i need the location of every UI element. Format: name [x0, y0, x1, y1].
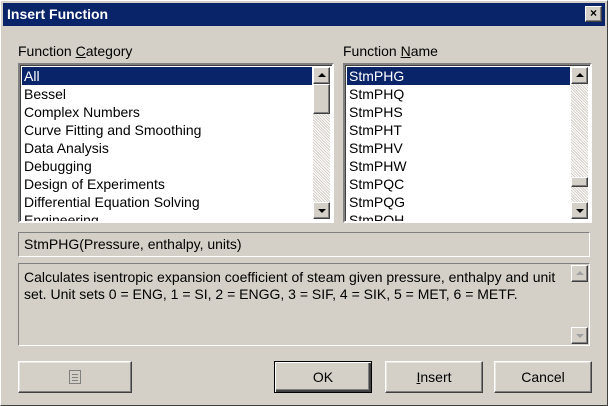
function-category-label: Function Category — [18, 43, 133, 59]
insert-function-dialog: Insert Function × Function Category Func… — [0, 0, 608, 406]
category-list-item[interactable]: Engineering — [22, 211, 312, 221]
category-list-item[interactable]: All — [22, 67, 312, 85]
description-box: Calculates isentropic expansion coeffici… — [18, 263, 590, 346]
description-scrollbar — [571, 265, 588, 344]
help-button[interactable] — [18, 361, 132, 393]
chevron-down-icon — [576, 209, 584, 213]
function-list-item[interactable]: StmPQC — [347, 175, 570, 193]
category-list-item[interactable]: Complex Numbers — [22, 103, 312, 121]
chevron-down-icon — [576, 334, 584, 338]
close-icon[interactable]: × — [585, 6, 602, 22]
chevron-up-icon — [318, 73, 326, 77]
function-name-list[interactable]: StmPHG StmPHQ StmPHS StmPHT StmPHV StmPHW StmP… — [343, 63, 592, 223]
description-text: Calculates isentropic expansion coeffici… — [24, 269, 556, 302]
category-list-item[interactable]: Debugging — [22, 157, 312, 175]
category-scrollbar[interactable] — [313, 67, 330, 219]
function-name-label: Function Name — [343, 43, 438, 59]
category-scroll-down-button[interactable] — [313, 202, 330, 219]
function-list-item[interactable]: StmPHQ — [347, 85, 570, 103]
function-name-scrollbar[interactable] — [571, 67, 588, 219]
function-list-item[interactable]: StmPQH — [347, 211, 570, 221]
function-name-items: StmPHG StmPHQ StmPHS StmPHT StmPHV StmPHW StmP… — [347, 67, 570, 221]
category-list-item[interactable]: Design of Experiments — [22, 175, 312, 193]
function-list-item[interactable]: StmPHV — [347, 139, 570, 157]
function-list-item[interactable]: StmPQG — [347, 193, 570, 211]
chevron-up-icon — [576, 271, 584, 275]
function-scroll-down-button[interactable] — [571, 202, 588, 219]
help-icon — [69, 370, 81, 384]
function-list-item[interactable]: StmPHW — [347, 157, 570, 175]
title-bar: Insert Function × — [3, 3, 605, 26]
category-scroll-up-button[interactable] — [313, 67, 330, 84]
function-category-list[interactable]: All Bessel Complex Numbers Curve Fitting an… — [18, 63, 334, 223]
cancel-button[interactable]: Cancel — [494, 361, 592, 393]
category-list-item[interactable]: Differential Equation Solving — [22, 193, 312, 211]
ok-button[interactable]: OK — [274, 361, 372, 393]
function-list-item[interactable]: StmPHS — [347, 103, 570, 121]
function-scroll-up-button[interactable] — [571, 67, 588, 84]
category-list-item[interactable]: Curve Fitting and Smoothing — [22, 121, 312, 139]
category-list-item[interactable]: Bessel — [22, 85, 312, 103]
category-list-item[interactable]: Data Analysis — [22, 139, 312, 157]
category-scroll-thumb[interactable] — [313, 84, 330, 114]
syntax-box: StmPHG(Pressure, enthalpy, units) — [18, 232, 590, 257]
syntax-text: StmPHG(Pressure, enthalpy, units) — [24, 236, 242, 252]
function-list-item[interactable]: StmPHG — [347, 67, 570, 85]
description-scroll-down-button — [571, 327, 588, 344]
chevron-down-icon — [318, 209, 326, 213]
function-list-item[interactable]: StmPHT — [347, 121, 570, 139]
insert-button[interactable]: Insert — [385, 361, 483, 393]
category-items: All Bessel Complex Numbers Curve Fitting an… — [22, 67, 312, 221]
chevron-up-icon — [576, 73, 584, 77]
function-scroll-thumb[interactable] — [571, 177, 588, 187]
dialog-title: Insert Function — [7, 6, 109, 22]
description-scroll-up-button — [571, 265, 588, 282]
